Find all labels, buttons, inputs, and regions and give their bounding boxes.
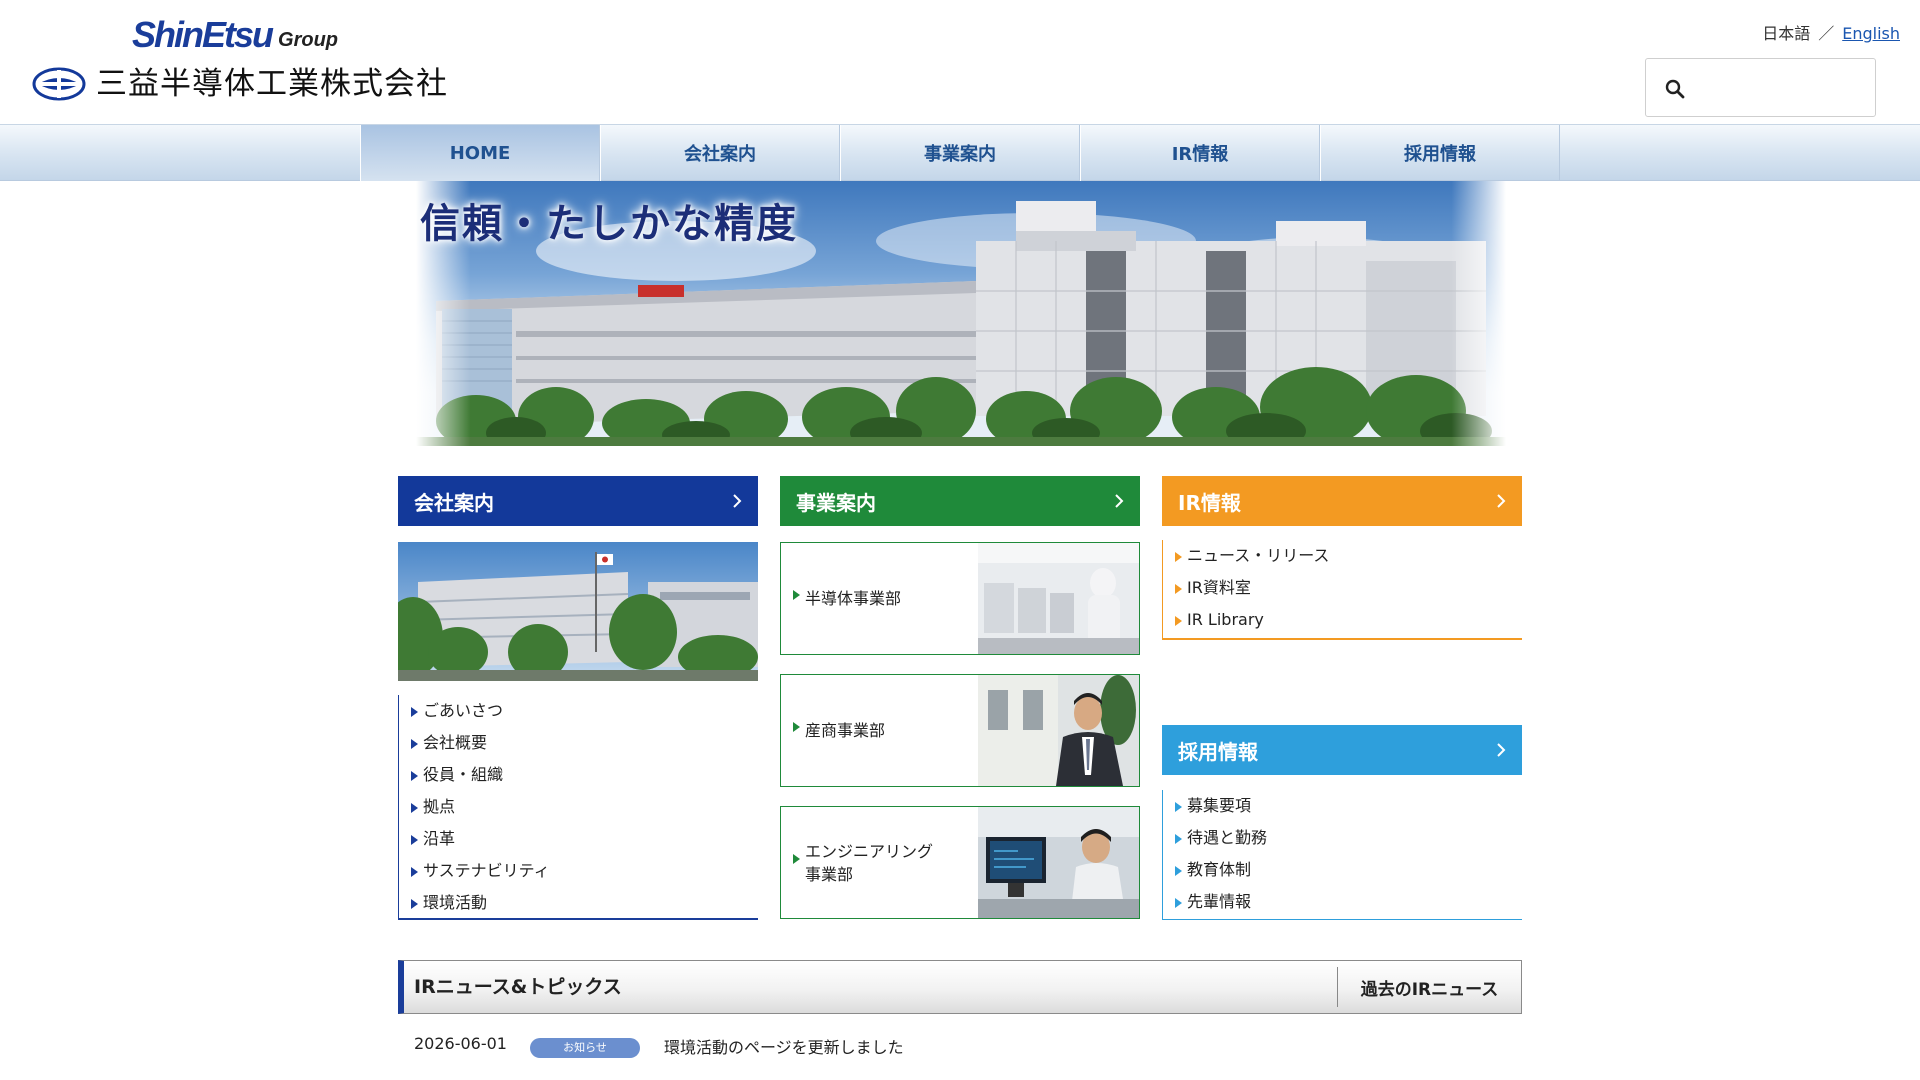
hero-banner: 信頼・たしかな精度 bbox=[416, 181, 1506, 446]
search-icon[interactable] bbox=[1664, 78, 1686, 100]
company-link-greeting[interactable]: ごあいさつ bbox=[409, 695, 550, 727]
ir-link-ir-materials[interactable]: IR資料室 bbox=[1173, 572, 1329, 604]
business-card-label: 産商事業部 bbox=[793, 675, 955, 786]
chevron-right-icon bbox=[1497, 494, 1506, 508]
nav-ir[interactable]: IR情報 bbox=[1080, 125, 1320, 181]
chevron-right-icon bbox=[1497, 743, 1506, 757]
business-card-label: 半導体事業部 bbox=[793, 543, 955, 654]
nav-recruit[interactable]: 採用情報 bbox=[1320, 125, 1560, 181]
company-mark-icon[interactable] bbox=[32, 67, 86, 101]
shinetsu-group-logo[interactable]: ShinEtsu Group bbox=[132, 14, 338, 54]
lang-separator: ／ bbox=[1818, 24, 1835, 43]
search-box[interactable] bbox=[1645, 58, 1876, 117]
hero-title: 信頼・たしかな精度 bbox=[420, 200, 798, 247]
recruit-link-training[interactable]: 教育体制 bbox=[1173, 854, 1267, 886]
bullet-triangle-icon bbox=[411, 707, 418, 717]
ir-link-news-release[interactable]: ニュース・リリース bbox=[1173, 540, 1329, 572]
bullet-triangle-icon bbox=[411, 867, 418, 877]
business-card-label: エンジニアリング 事業部 bbox=[793, 807, 955, 918]
business-section-title: 事業案内 bbox=[796, 490, 876, 515]
company-link-profile[interactable]: 会社概要 bbox=[409, 727, 550, 759]
company-link-organization[interactable]: 役員・組織 bbox=[409, 759, 550, 791]
chevron-right-icon bbox=[733, 494, 742, 508]
ir-news-title: IRニュース&トピックス bbox=[414, 976, 622, 998]
bullet-triangle-icon bbox=[411, 771, 418, 781]
bullet-triangle-icon bbox=[1175, 616, 1182, 626]
group-logo-main: ShinEtsu bbox=[132, 14, 274, 55]
lang-japanese[interactable]: 日本語 bbox=[1762, 24, 1810, 43]
bullet-triangle-icon bbox=[411, 739, 418, 749]
businessman-phone-photo bbox=[978, 675, 1139, 786]
news-category-badge: お知らせ bbox=[530, 1038, 640, 1058]
company-section-header[interactable]: 会社案内 bbox=[398, 476, 758, 526]
company-section-title: 会社案内 bbox=[414, 490, 494, 515]
recruit-link-requirements[interactable]: 募集要項 bbox=[1173, 790, 1267, 822]
global-nav: HOME 会社案内 事業案内 IR情報 採用情報 bbox=[0, 124, 1920, 181]
company-link-history[interactable]: 沿革 bbox=[409, 823, 550, 855]
ir-link-ir-library[interactable]: IR Library bbox=[1173, 604, 1329, 636]
search-input[interactable] bbox=[1694, 69, 1866, 107]
lang-english-link[interactable]: English bbox=[1842, 24, 1900, 43]
bullet-triangle-icon bbox=[1175, 802, 1182, 812]
nav-company[interactable]: 会社案内 bbox=[600, 125, 840, 181]
news-headline-link[interactable]: 環境活動のページを更新しました bbox=[664, 1034, 904, 1058]
bullet-triangle-icon bbox=[411, 835, 418, 845]
ir-news-header: IRニュース&トピックス 過去のIRニュース bbox=[398, 960, 1522, 1014]
news-item: 2026-06-01 お知らせ 環境活動のページを更新しました bbox=[414, 1032, 1514, 1060]
business-card-industrial[interactable]: 産商事業部 bbox=[780, 674, 1140, 787]
recruit-link-seniors[interactable]: 先輩情報 bbox=[1173, 886, 1267, 918]
company-link-list: ごあいさつ 会社概要 役員・組織 拠点 沿革 サステナビリティ 環境活動 bbox=[398, 695, 758, 920]
company-link-locations[interactable]: 拠点 bbox=[409, 791, 550, 823]
engineer-monitor-photo bbox=[978, 807, 1139, 918]
ir-link-list: ニュース・リリース IR資料室 IR Library bbox=[1162, 540, 1522, 640]
cleanroom-photo bbox=[978, 543, 1139, 654]
past-ir-news-link[interactable]: 過去のIRニュース bbox=[1337, 967, 1521, 1007]
business-section-header[interactable]: 事業案内 bbox=[780, 476, 1140, 526]
group-logo-suffix: Group bbox=[278, 29, 339, 51]
recruit-link-benefits[interactable]: 待遇と勤務 bbox=[1173, 822, 1267, 854]
bullet-triangle-icon bbox=[793, 590, 800, 600]
bullet-triangle-icon bbox=[793, 854, 800, 864]
chevron-right-icon bbox=[1115, 494, 1124, 508]
bullet-triangle-icon bbox=[1175, 584, 1182, 594]
recruit-link-list: 募集要項 待遇と勤務 教育体制 先輩情報 bbox=[1162, 790, 1522, 920]
bullet-triangle-icon bbox=[411, 803, 418, 813]
ir-section-title: IR情報 bbox=[1178, 490, 1241, 515]
company-link-environment[interactable]: 環境活動 bbox=[409, 887, 550, 919]
bullet-triangle-icon bbox=[1175, 866, 1182, 876]
ir-section-header[interactable]: IR情報 bbox=[1162, 476, 1522, 526]
nav-business[interactable]: 事業案内 bbox=[840, 125, 1080, 181]
company-name[interactable]: 三益半導体工業株式会社 bbox=[96, 64, 448, 104]
company-building-photo[interactable] bbox=[398, 542, 758, 681]
nav-home[interactable]: HOME bbox=[360, 125, 600, 181]
bullet-triangle-icon bbox=[1175, 552, 1182, 562]
business-card-engineering[interactable]: エンジニアリング 事業部 bbox=[780, 806, 1140, 919]
bullet-triangle-icon bbox=[1175, 898, 1182, 908]
company-link-sustainability[interactable]: サステナビリティ bbox=[409, 855, 550, 887]
bullet-triangle-icon bbox=[793, 722, 800, 732]
bullet-triangle-icon bbox=[1175, 834, 1182, 844]
bullet-triangle-icon bbox=[411, 899, 418, 909]
site-header: ShinEtsu Group 三益半導体工業株式会社 日本語 ／ English bbox=[0, 0, 1920, 124]
business-card-semiconductor[interactable]: 半導体事業部 bbox=[780, 542, 1140, 655]
language-switch: 日本語 ／ English bbox=[1762, 20, 1900, 44]
news-date: 2026-06-01 bbox=[414, 1034, 507, 1053]
recruit-section-title: 採用情報 bbox=[1178, 739, 1258, 764]
recruit-section-header[interactable]: 採用情報 bbox=[1162, 725, 1522, 775]
